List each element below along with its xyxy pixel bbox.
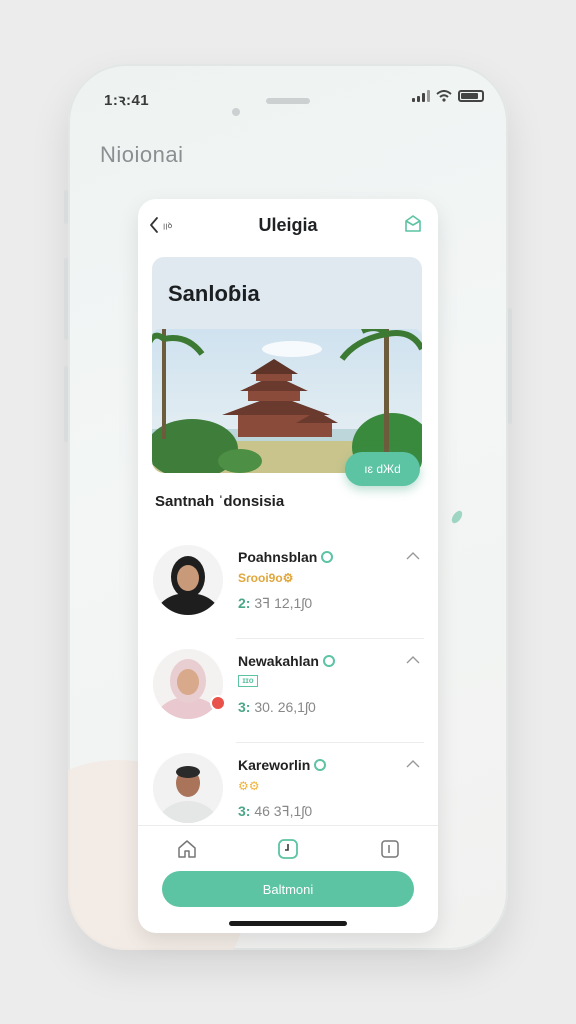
person-name: Newakahlan <box>238 653 319 669</box>
wifi-icon <box>436 90 452 102</box>
chevron-up-icon[interactable] <box>406 655 420 665</box>
chevron-up-icon[interactable] <box>406 759 420 769</box>
person-name: Kareworlin <box>238 757 311 773</box>
meta-value: 30. 26,1ʃ0 <box>254 699 316 715</box>
gift-icon[interactable] <box>402 213 424 235</box>
person-tag: Sɾooi9o⚙ <box>238 571 294 585</box>
home-indicator <box>229 921 347 926</box>
screen-title: Uleigia <box>258 215 318 235</box>
tab-bar <box>138 825 438 875</box>
side-button-mute <box>64 190 68 224</box>
meta-value: 3ꟻ 12,1ʃ0 <box>254 595 313 611</box>
hero-title: Sanloɓia <box>168 281 260 306</box>
meta-prefix: 3: <box>238 803 251 819</box>
signal-icon <box>412 90 430 102</box>
top-bar: ꞁꞁꝺ Uleigia <box>138 199 438 251</box>
person-name: Poahnsblan <box>238 549 318 565</box>
status-time: 1:ꝛ:41 <box>104 92 150 109</box>
verified-icon <box>322 655 335 667</box>
list-item[interactable]: Poahnsblan Sɾooi9o⚙ 2: 3ꟻ 12,1ʃ0 <box>138 535 438 639</box>
front-camera <box>232 108 240 116</box>
person-tag: ⚙⚙ <box>238 779 260 793</box>
side-button-volume-down <box>64 366 68 442</box>
person-meta: 2: 3ꟻ 12,1ʃ0 <box>238 595 312 612</box>
avatar <box>153 545 223 615</box>
battery-icon <box>458 90 484 102</box>
speaker-notch <box>266 98 310 104</box>
verified-icon <box>321 551 334 563</box>
meta-prefix: 3: <box>238 699 251 715</box>
chevron-up-icon[interactable] <box>406 551 420 561</box>
hero-action-button[interactable]: ıɛ dЖd <box>345 452 420 486</box>
name-row: Poahnsblan <box>238 549 334 565</box>
clock-icon[interactable] <box>277 838 299 860</box>
background-title: Nioionai <box>100 142 184 167</box>
notification-badge <box>210 695 226 711</box>
leaf-decoration <box>449 508 465 526</box>
list-item[interactable]: Newakahlan ɪɪo 3: 30. 26,1ʃ0 <box>138 639 438 743</box>
name-row: Newakahlan <box>238 653 335 669</box>
hero-card: Sanloɓia <box>152 257 422 473</box>
side-button-power <box>508 308 512 424</box>
meta-prefix: 2: <box>238 595 251 611</box>
person-tag: ɪɪo <box>238 675 258 687</box>
side-button-volume-up <box>64 258 68 340</box>
status-icons <box>412 90 484 102</box>
app-screen: ꞁꞁꝺ Uleigia Sanloɓia ıɛ dЖd Santnah ˈdon… <box>138 199 438 933</box>
person-meta: 3: 30. 26,1ʃ0 <box>238 699 316 715</box>
avatar <box>153 753 223 823</box>
name-row: Kareworlin <box>238 757 327 773</box>
document-icon[interactable] <box>379 838 401 860</box>
primary-button[interactable]: Baltmoni <box>162 871 414 907</box>
section-title: Santnah ˈdonsisia <box>155 493 285 510</box>
person-meta: 3: 46 3ꟻ,1ʃ0 <box>238 803 312 820</box>
home-icon[interactable] <box>176 838 198 860</box>
verified-icon <box>314 759 327 771</box>
meta-value: 46 3ꟻ,1ʃ0 <box>254 803 313 819</box>
